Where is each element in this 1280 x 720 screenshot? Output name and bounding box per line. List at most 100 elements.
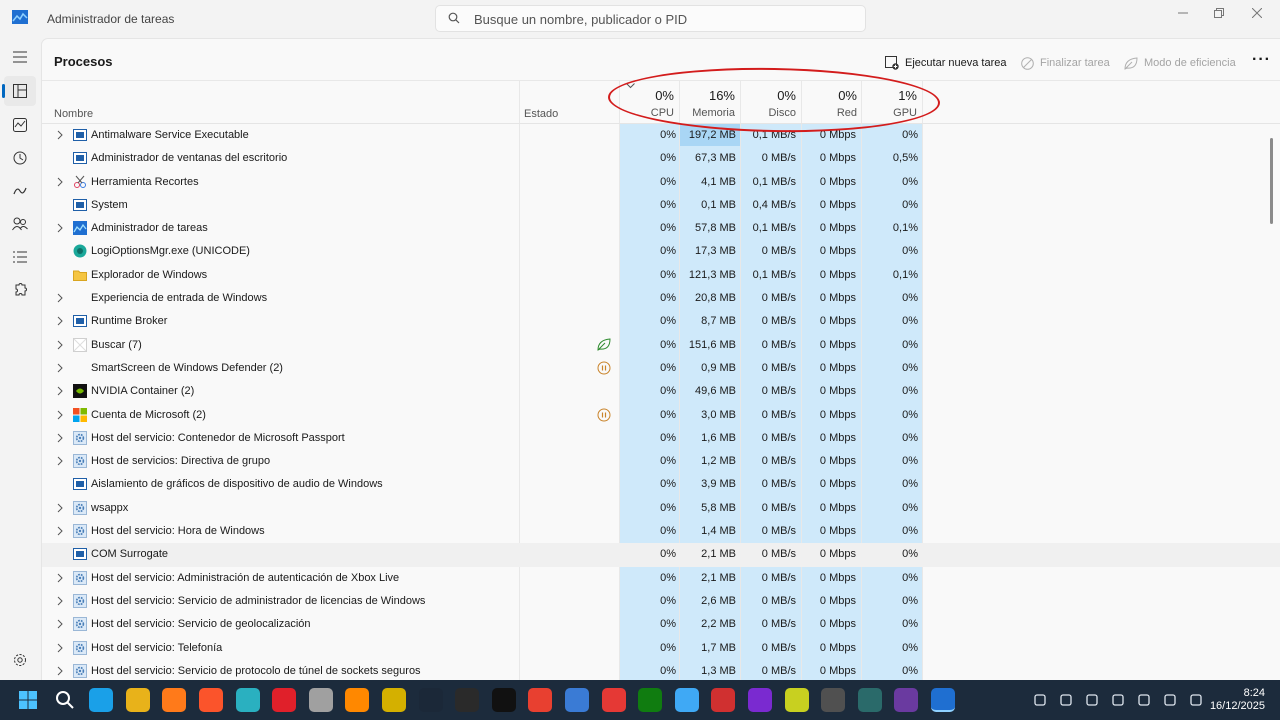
chevron-right-icon[interactable] [56, 503, 64, 513]
process-row[interactable]: Host del servicio: Administración de aut… [42, 567, 1280, 590]
defender-tray-icon[interactable] [1084, 692, 1100, 708]
app-obs-icon[interactable] [821, 688, 846, 712]
taskmgr-icon[interactable] [931, 688, 955, 712]
process-row[interactable]: Host del servicio: Contenedor de Microso… [42, 427, 1280, 450]
phone-tray-icon[interactable] [1136, 692, 1152, 708]
process-row[interactable]: wsappx 0% 5,8 MB 0 MB/s 0 Mbps 0% [42, 497, 1280, 520]
process-row[interactable]: Explorador de Windows 0% 121,3 MB 0,1 MB/s 0… [42, 264, 1280, 287]
process-row[interactable]: NVIDIA Container (2) 0% 49,6 MB 0 MB/s 0 Mbp… [42, 380, 1280, 403]
nav-users[interactable] [4, 209, 36, 239]
process-row[interactable]: Host del servicio: Telefonía 0% 1,7 MB 0 MB… [42, 637, 1280, 660]
bluetooth-tray-icon[interactable] [1110, 692, 1126, 708]
process-row[interactable]: Host del servicio: Servicio de protocolo… [42, 660, 1280, 680]
process-row[interactable]: Herramienta Recortes 0% 4,1 MB 0,1 MB/s 0 Mb… [42, 171, 1280, 194]
app-game-icon[interactable] [382, 688, 406, 712]
more-options-icon[interactable]: ··· [1252, 51, 1271, 69]
chevron-right-icon[interactable] [56, 223, 64, 233]
chevron-right-icon[interactable] [56, 619, 64, 629]
run-new-task-button[interactable]: Ejecutar nueva tarea [885, 52, 1007, 74]
process-row[interactable]: Experiencia de entrada de Windows 0% 20,8 … [42, 287, 1280, 310]
search-icon[interactable] [53, 688, 77, 712]
nav-startup[interactable] [4, 176, 36, 206]
scrollbar[interactable] [1270, 138, 1273, 224]
gamepad-icon[interactable] [711, 688, 736, 712]
chevron-right-icon[interactable] [56, 433, 64, 443]
chevron-right-icon[interactable] [56, 456, 64, 466]
app-b-icon[interactable] [674, 688, 699, 712]
nav-details[interactable] [4, 242, 36, 272]
edge-icon[interactable] [89, 688, 114, 712]
process-row[interactable]: Aislamiento de gráficos de dispositivo d… [42, 473, 1280, 496]
gpu-value: 0% [902, 175, 918, 188]
nav-processes[interactable] [2, 76, 36, 106]
process-row[interactable]: Runtime Broker 0% 8,7 MB 0 MB/s 0 Mbps 0% [42, 310, 1280, 333]
process-row[interactable]: Cuenta de Microsoft (2) 0% 3,0 MB 0 MB/s 0 M… [42, 404, 1280, 427]
battery-tray-icon[interactable] [1058, 692, 1074, 708]
chevron-right-icon[interactable] [56, 643, 64, 653]
chevron-right-icon[interactable] [56, 340, 64, 350]
close-button[interactable] [1234, 0, 1280, 26]
app-y-icon[interactable] [784, 688, 809, 712]
chevron-right-icon[interactable] [56, 410, 64, 420]
column-header-name[interactable]: Nombre [54, 108, 93, 120]
suspended-icon [597, 361, 611, 375]
app-n-icon[interactable] [894, 688, 919, 712]
app-terminal-icon[interactable] [857, 688, 882, 712]
xbox-icon[interactable] [638, 688, 663, 712]
nav-app-history[interactable] [4, 143, 36, 173]
process-row[interactable]: Host del servicio: Servicio de administr… [42, 590, 1280, 613]
memory-value: 17,3 MB [695, 245, 736, 258]
app-astronaut-icon[interactable] [308, 688, 333, 712]
process-row[interactable]: LogiOptionsMgr.exe (UNICODE) 0% 17,3 MB 0 M… [42, 240, 1280, 263]
process-row[interactable]: Host del servicio: Servicio de geolocali… [42, 613, 1280, 636]
chevron-right-icon[interactable] [56, 363, 64, 373]
chevron-right-icon[interactable] [56, 666, 64, 676]
app-c-icon[interactable] [235, 688, 260, 712]
process-row[interactable]: Administrador de ventanas del escritorio… [42, 147, 1280, 170]
chevron-right-icon[interactable] [56, 596, 64, 606]
chevron-right-icon[interactable] [56, 177, 64, 187]
chevron-right-icon[interactable] [56, 316, 64, 326]
nav-services[interactable] [4, 275, 36, 305]
process-row[interactable]: Host del servicio: Hora de Windows 0% 1,4 … [42, 520, 1280, 543]
network-tray-icon[interactable] [1162, 692, 1178, 708]
anydesk-icon[interactable] [601, 688, 626, 712]
end-task-button[interactable]: Finalizar tarea [1021, 52, 1110, 74]
volume-tray-icon[interactable] [1188, 692, 1204, 708]
ea-icon[interactable] [528, 688, 553, 712]
app-a-icon[interactable] [565, 688, 589, 712]
start-icon[interactable] [16, 688, 40, 712]
nav-performance[interactable] [4, 110, 36, 140]
opera-icon[interactable] [272, 688, 297, 712]
chevron-right-icon[interactable] [56, 293, 64, 303]
process-row[interactable]: SmartScreen de Windows Defender (2) 0% 0,9… [42, 357, 1280, 380]
brave-icon[interactable] [199, 688, 223, 712]
blank-icon [73, 337, 87, 352]
amazon-games-icon[interactable] [491, 688, 516, 712]
firefox-icon[interactable] [162, 688, 187, 712]
nav-settings[interactable] [4, 645, 36, 675]
search-box[interactable] [435, 5, 866, 32]
chevron-right-icon[interactable] [56, 573, 64, 583]
taskbar-clock[interactable]: 8:24 16/12/2025 [1205, 687, 1265, 713]
chevron-right-icon[interactable] [56, 130, 64, 140]
nvidia-tray-icon[interactable] [1032, 692, 1048, 708]
process-row[interactable]: Antimalware Service Executable 0% 197,2 MB… [42, 124, 1280, 147]
chevron-right-icon[interactable] [56, 526, 64, 536]
process-row[interactable]: Administrador de tareas 0% 57,8 MB 0,1 MB/s… [42, 217, 1280, 240]
efficiency-mode-button[interactable]: Modo de eficiencia [1124, 52, 1236, 74]
process-row[interactable]: System 0% 0,1 MB 0,4 MB/s 0 Mbps 0% [42, 194, 1280, 217]
column-header-status[interactable]: Estado [524, 108, 558, 120]
app-ring-icon[interactable] [748, 688, 772, 712]
cpu-value: 0% [660, 129, 676, 141]
chevron-right-icon[interactable] [56, 386, 64, 396]
nav-hamburger[interactable] [4, 42, 36, 72]
search-input[interactable] [474, 10, 854, 28]
process-row[interactable]: Buscar (7) 0% 151,6 MB 0 MB/s 0 Mbps 0% [42, 334, 1280, 357]
process-row[interactable]: COM Surrogate 0% 2,1 MB 0 MB/s 0 Mbps 0% [42, 543, 1280, 567]
steam-icon[interactable] [418, 688, 443, 712]
chrome-icon[interactable] [125, 688, 150, 712]
vlc-icon[interactable] [345, 688, 370, 712]
epic-games-icon[interactable] [455, 688, 480, 712]
process-row[interactable]: Host de servicios: Directiva de grupo 0% 1… [42, 450, 1280, 473]
